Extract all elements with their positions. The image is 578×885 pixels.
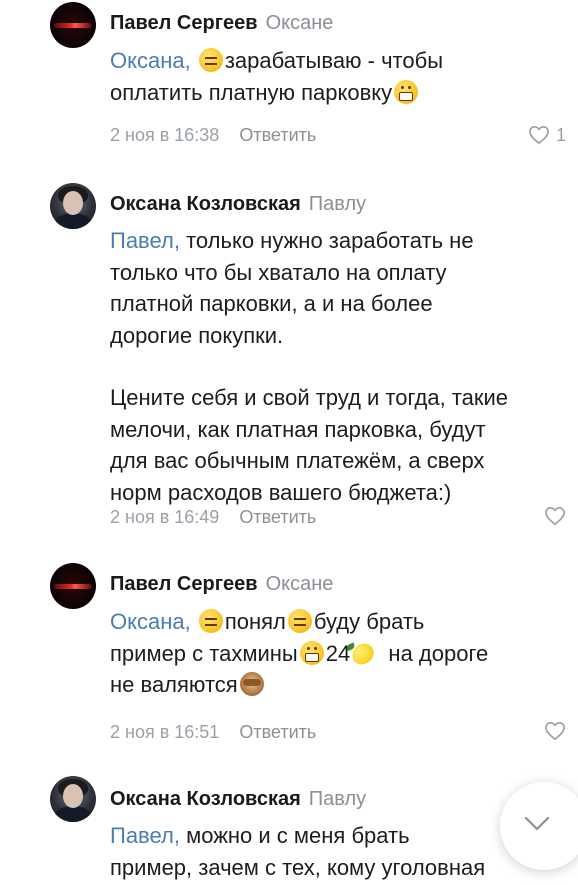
text-line: для вас обычным платежём, а сверх <box>110 448 485 473</box>
reply-to-name[interactable]: Оксане <box>266 573 334 595</box>
text-line: мелочи, как платная парковка, будут <box>110 416 486 442</box>
text-fragment: на дороге <box>388 640 489 666</box>
avatar[interactable] <box>50 183 96 229</box>
comment-header: Оксана Козловская Павлу <box>110 787 366 811</box>
author-name[interactable]: Оксана Козловская <box>110 788 301 810</box>
chevron-down-icon <box>524 816 550 831</box>
like-button[interactable]: 1 <box>528 124 566 146</box>
mention-link[interactable]: Павел, <box>110 228 180 253</box>
mention-link[interactable]: Оксана, <box>110 48 191 73</box>
like-count: 1 <box>555 125 566 145</box>
avatar[interactable] <box>50 776 96 822</box>
like-button[interactable] <box>544 506 566 526</box>
author-name[interactable]: Павел Сергеев <box>110 12 258 34</box>
author-name[interactable]: Павел Сергеев <box>110 573 258 595</box>
comment-meta: 2 ноя в 16:49 Ответить <box>110 506 316 528</box>
reply-button[interactable]: Ответить <box>239 507 316 527</box>
mention-link[interactable]: Павел, <box>110 823 180 848</box>
text-fragment: только нужно заработать не <box>186 228 474 253</box>
comment-meta: 2 ноя в 16:38 Ответить <box>110 124 316 146</box>
text-line: дорогие покупки. <box>110 322 284 348</box>
text-line: пример, зачем с тех, кому уголовная <box>110 854 486 880</box>
comment-meta: 2 ноя в 16:51 Ответить <box>110 721 316 743</box>
like-button[interactable] <box>544 721 566 741</box>
see-no-evil-monkey-icon <box>239 672 264 696</box>
comment-text: Павел, только нужно заработать не только… <box>110 225 570 508</box>
reply-to-name[interactable]: Павлу <box>309 193 366 215</box>
expressionless-emoji-icon <box>287 609 312 633</box>
heart-outline-icon <box>529 125 549 145</box>
avatar[interactable] <box>50 2 96 48</box>
comment-header: Павел Сергеев Оксане <box>110 11 333 35</box>
text-fragment: 24 <box>325 640 351 666</box>
reply-button[interactable]: Ответить <box>239 125 316 145</box>
expressionless-emoji-icon <box>198 48 223 72</box>
comment-header: Павел Сергеев Оксане <box>110 572 333 596</box>
text-line: норм расходов вашего бюджета:) <box>110 479 452 505</box>
expressionless-emoji-icon <box>198 609 223 633</box>
text-fragment: не валяются <box>110 672 238 697</box>
comment-date: 2 ноя в 16:49 <box>110 507 220 527</box>
comment-date: 2 ноя в 16:51 <box>110 722 220 742</box>
heart-outline-icon <box>545 721 565 741</box>
comment-header: Оксана Козловская Павлу <box>110 192 366 216</box>
text-fragment: буду брать <box>313 609 425 634</box>
text-line: только что бы хватало на оплату <box>110 259 447 285</box>
scroll-down-button[interactable] <box>500 782 578 870</box>
text-fragment: можно и с меня брать <box>186 823 410 848</box>
comment-date: 2 ноя в 16:38 <box>110 125 220 145</box>
author-name[interactable]: Оксана Козловская <box>110 193 301 215</box>
text-fragment: понял <box>224 609 286 634</box>
reply-to-name[interactable]: Оксане <box>266 12 334 34</box>
reply-button[interactable]: Ответить <box>239 722 316 742</box>
heart-outline-icon <box>545 506 565 526</box>
mention-link[interactable]: Оксана, <box>110 609 191 634</box>
grimace-emoji-icon <box>394 79 419 104</box>
lemon-emoji-icon <box>349 640 377 667</box>
text-line: Цените себя и свой труд и тогда, такие <box>110 385 509 410</box>
comment-text: Оксана, понял буду брать пример с тахмины… <box>110 606 570 701</box>
reply-to-name[interactable]: Павлу <box>309 788 366 810</box>
avatar[interactable] <box>50 563 96 609</box>
comment-text: Оксана, зарабатываю - чтобы оплатить пла… <box>110 45 570 108</box>
grimace-emoji-icon <box>299 640 324 665</box>
text-fragment: пример с тахмины <box>110 640 298 666</box>
text-fragment: зарабатываю - чтобы <box>224 48 444 73</box>
text-line: платной парковки, а и на более <box>110 291 433 316</box>
text-fragment: оплатить платную парковку <box>110 79 393 105</box>
